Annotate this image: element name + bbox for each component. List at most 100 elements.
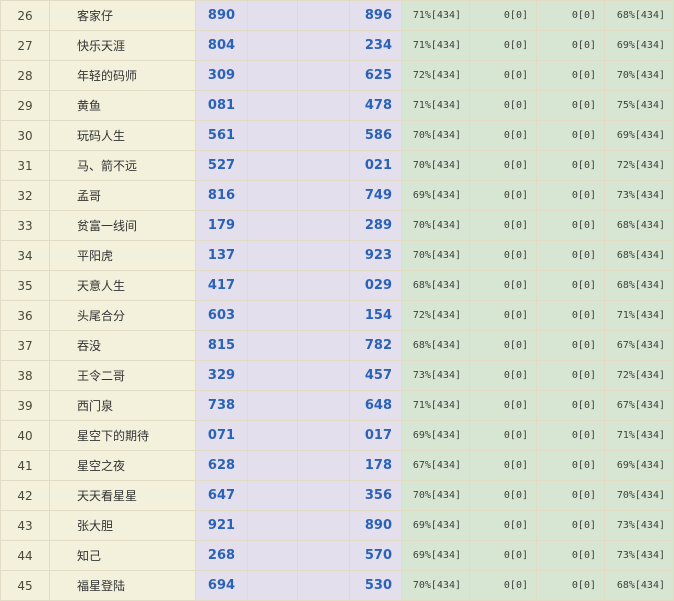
stat-1-cell: 69%[434] — [401, 540, 470, 571]
empty-cell — [297, 510, 350, 541]
stat-4-cell: 68%[434] — [604, 270, 674, 301]
stat-3-cell: 0[0] — [536, 210, 605, 241]
member-name-cell: 贫富一线间 — [49, 210, 196, 241]
stat-3-cell: 0[0] — [536, 330, 605, 361]
stat-2-cell: 0[0] — [469, 180, 537, 211]
member-name-cell: 玩码人生 — [49, 120, 196, 151]
rank-cell: 43 — [0, 510, 50, 541]
stat-2-cell: 0[0] — [469, 60, 537, 91]
number-a-cell: 329 — [195, 360, 248, 391]
stat-2-cell: 0[0] — [469, 510, 537, 541]
table-row: 33 贫富一线间 179 289 70%[434] 0[0] 0[0] 68%[434] — [0, 210, 674, 241]
member-name-cell: 西门泉 — [49, 390, 196, 421]
table-row: 35 天意人生 417 029 68%[434] 0[0] 0[0] 68%[434] — [0, 270, 674, 301]
stat-2-cell: 0[0] — [469, 240, 537, 271]
table-row: 43 张大胆 921 890 69%[434] 0[0] 0[0] 73%[434] — [0, 510, 674, 541]
empty-cell — [247, 570, 298, 601]
table-row: 31 马、箭不远 527 021 70%[434] 0[0] 0[0] 72%[434] — [0, 150, 674, 181]
member-name-cell: 头尾合分 — [49, 300, 196, 331]
number-b-cell: 782 — [349, 330, 402, 361]
number-a-cell: 603 — [195, 300, 248, 331]
stat-3-cell: 0[0] — [536, 480, 605, 511]
table-row: 26 客家仔 890 896 71%[434] 0[0] 0[0] 68%[434] — [0, 0, 674, 31]
table-row: 34 平阳虎 137 923 70%[434] 0[0] 0[0] 68%[434] — [0, 240, 674, 271]
member-name-cell: 王令二哥 — [49, 360, 196, 391]
stat-3-cell: 0[0] — [536, 390, 605, 421]
stat-4-cell: 72%[434] — [604, 360, 674, 391]
stat-1-cell: 68%[434] — [401, 330, 470, 361]
empty-cell — [297, 480, 350, 511]
stat-4-cell: 68%[434] — [604, 240, 674, 271]
empty-cell — [247, 300, 298, 331]
stat-2-cell: 0[0] — [469, 300, 537, 331]
empty-cell — [297, 450, 350, 481]
stat-4-cell: 71%[434] — [604, 420, 674, 451]
empty-cell — [247, 60, 298, 91]
rank-cell: 37 — [0, 330, 50, 361]
stat-4-cell: 68%[434] — [604, 0, 674, 31]
empty-cell — [297, 150, 350, 181]
number-b-cell: 017 — [349, 420, 402, 451]
stat-1-cell: 70%[434] — [401, 570, 470, 601]
empty-cell — [247, 420, 298, 451]
table-row: 44 知己 268 570 69%[434] 0[0] 0[0] 73%[434] — [0, 540, 674, 571]
empty-cell — [297, 210, 350, 241]
stat-1-cell: 67%[434] — [401, 450, 470, 481]
stat-3-cell: 0[0] — [536, 180, 605, 211]
table-row: 38 王令二哥 329 457 73%[434] 0[0] 0[0] 72%[434] — [0, 360, 674, 391]
stat-2-cell: 0[0] — [469, 270, 537, 301]
empty-cell — [297, 390, 350, 421]
rank-cell: 40 — [0, 420, 50, 451]
stat-3-cell: 0[0] — [536, 150, 605, 181]
number-b-cell: 570 — [349, 540, 402, 571]
rank-cell: 32 — [0, 180, 50, 211]
stat-3-cell: 0[0] — [536, 270, 605, 301]
stat-4-cell: 72%[434] — [604, 150, 674, 181]
stat-3-cell: 0[0] — [536, 120, 605, 151]
stat-3-cell: 0[0] — [536, 60, 605, 91]
table-row: 41 星空之夜 628 178 67%[434] 0[0] 0[0] 69%[434] — [0, 450, 674, 481]
stat-4-cell: 69%[434] — [604, 120, 674, 151]
number-a-cell: 527 — [195, 150, 248, 181]
empty-cell — [247, 180, 298, 211]
rank-cell: 27 — [0, 30, 50, 61]
stat-1-cell: 70%[434] — [401, 210, 470, 241]
table-row: 45 福星登陆 694 530 70%[434] 0[0] 0[0] 68%[434] — [0, 570, 674, 601]
number-b-cell: 154 — [349, 300, 402, 331]
number-a-cell: 561 — [195, 120, 248, 151]
stat-1-cell: 69%[434] — [401, 510, 470, 541]
stat-2-cell: 0[0] — [469, 420, 537, 451]
number-b-cell: 356 — [349, 480, 402, 511]
number-b-cell: 457 — [349, 360, 402, 391]
member-name-cell: 天意人生 — [49, 270, 196, 301]
number-a-cell: 921 — [195, 510, 248, 541]
stat-4-cell: 69%[434] — [604, 30, 674, 61]
stat-4-cell: 71%[434] — [604, 300, 674, 331]
member-name-cell: 孟哥 — [49, 180, 196, 211]
stat-3-cell: 0[0] — [536, 360, 605, 391]
empty-cell — [247, 540, 298, 571]
table-row: 42 天天看星星 647 356 70%[434] 0[0] 0[0] 70%[434] — [0, 480, 674, 511]
empty-cell — [297, 360, 350, 391]
number-a-cell: 628 — [195, 450, 248, 481]
stat-4-cell: 75%[434] — [604, 90, 674, 121]
stat-2-cell: 0[0] — [469, 90, 537, 121]
empty-cell — [247, 150, 298, 181]
table-row: 28 年轻的码师 309 625 72%[434] 0[0] 0[0] 70%[434] — [0, 60, 674, 91]
stat-2-cell: 0[0] — [469, 450, 537, 481]
member-name-cell: 黄鱼 — [49, 90, 196, 121]
number-b-cell: 234 — [349, 30, 402, 61]
stat-4-cell: 67%[434] — [604, 330, 674, 361]
member-name-cell: 客家仔 — [49, 0, 196, 31]
stat-1-cell: 72%[434] — [401, 60, 470, 91]
stat-1-cell: 70%[434] — [401, 480, 470, 511]
rank-cell: 42 — [0, 480, 50, 511]
stat-4-cell: 73%[434] — [604, 180, 674, 211]
empty-cell — [247, 510, 298, 541]
member-name-cell: 快乐天涯 — [49, 30, 196, 61]
empty-cell — [247, 30, 298, 61]
stat-3-cell: 0[0] — [536, 0, 605, 31]
stat-1-cell: 71%[434] — [401, 390, 470, 421]
rank-cell: 33 — [0, 210, 50, 241]
stat-1-cell: 68%[434] — [401, 270, 470, 301]
